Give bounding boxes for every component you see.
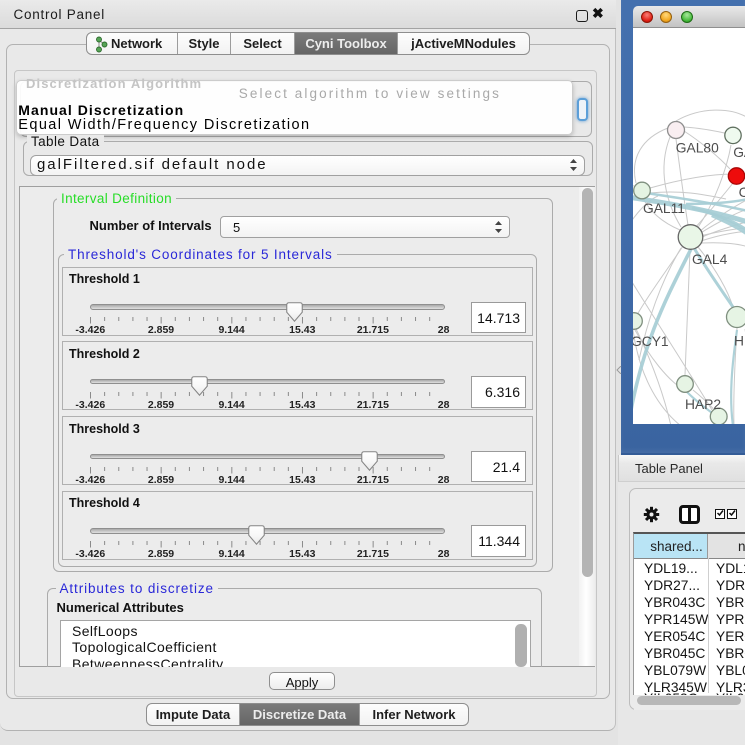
svg-text:GCY1: GCY1 <box>633 334 669 349</box>
svg-text:GAL80: GAL80 <box>676 141 719 156</box>
svg-text:GA: GA <box>733 145 745 160</box>
svg-text:GAL11: GAL11 <box>643 201 685 216</box>
svg-text:HAP2: HAP2 <box>685 397 721 412</box>
svg-text:C: C <box>739 185 745 200</box>
svg-text:H: H <box>734 334 744 349</box>
svg-text:GAL4: GAL4 <box>692 252 728 267</box>
